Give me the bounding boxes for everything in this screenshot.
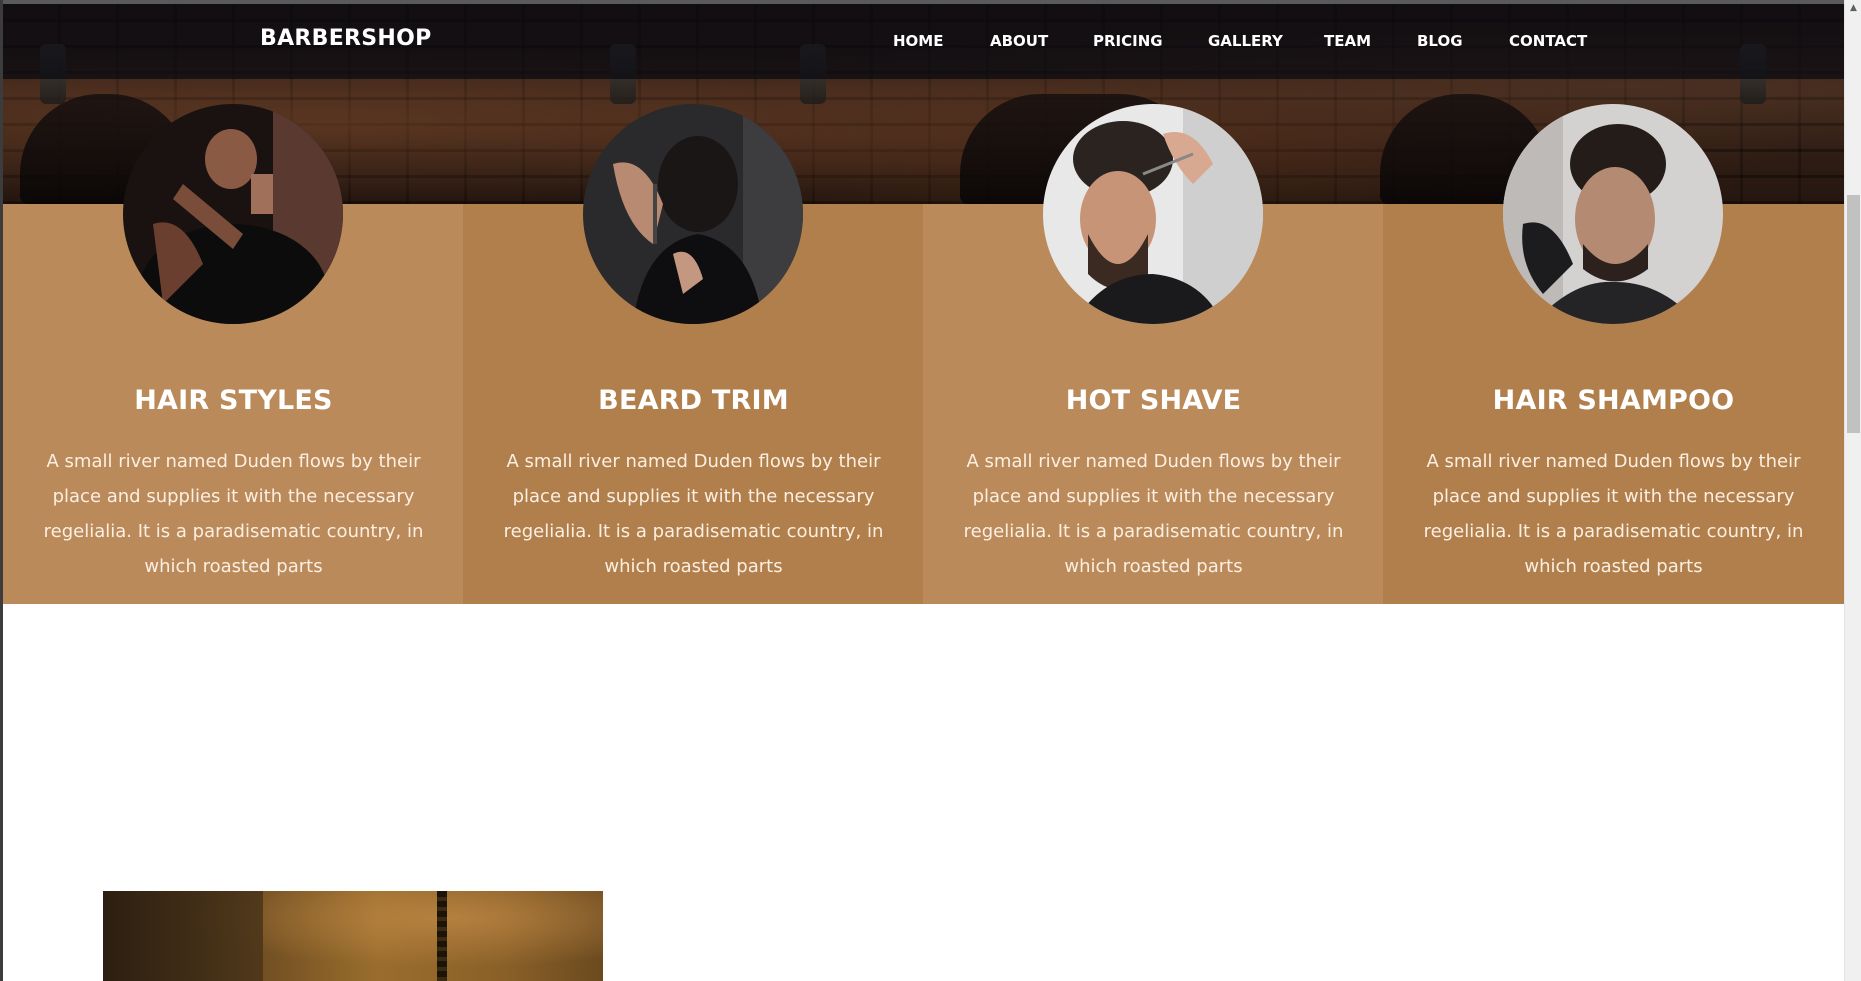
about-section-image	[103, 891, 603, 981]
top-navbar: BARBERSHOP HOME ABOUT PRICING GALLERY TE…	[0, 4, 1844, 79]
nav-contact[interactable]: CONTACT	[1509, 32, 1587, 50]
nav-pricing[interactable]: PRICING	[1093, 32, 1163, 50]
service-title: HOT SHAVE	[1065, 385, 1242, 416]
man-shaving-beard-photo	[123, 104, 343, 324]
tattooed-man-haircut-photo	[1503, 104, 1723, 324]
barber-trimming-neck-photo	[583, 104, 803, 324]
page-viewport: BARBERSHOP HOME ABOUT PRICING GALLERY TE…	[0, 0, 1844, 981]
image-hanging-chain	[437, 891, 447, 981]
service-description: A small river named Duden flows by their…	[503, 451, 884, 577]
main-nav: HOME ABOUT PRICING GALLERY TEAM BLOG CON…	[0, 32, 1844, 56]
vertical-scrollbar[interactable]: ▲	[1844, 0, 1861, 981]
image-wall-shadow	[103, 891, 263, 981]
service-title: HAIR STYLES	[134, 385, 333, 416]
scroll-up-arrow-icon[interactable]: ▲	[1845, 0, 1861, 17]
window-left-border	[0, 0, 3, 981]
service-description: A small river named Duden flows by their…	[963, 451, 1344, 577]
service-title: HAIR SHAMPOO	[1492, 385, 1735, 416]
window-top-border	[0, 0, 1844, 4]
nav-team[interactable]: TEAM	[1324, 32, 1371, 50]
service-title: BEARD TRIM	[598, 385, 789, 416]
haircut-with-scissors-photo	[1043, 104, 1263, 324]
nav-home[interactable]: HOME	[893, 32, 943, 50]
nav-blog[interactable]: BLOG	[1417, 32, 1463, 50]
nav-about[interactable]: ABOUT	[990, 32, 1048, 50]
service-description: A small river named Duden flows by their…	[43, 451, 424, 577]
scrollbar-thumb[interactable]	[1847, 195, 1860, 433]
service-description: A small river named Duden flows by their…	[1423, 451, 1804, 577]
nav-gallery[interactable]: GALLERY	[1208, 32, 1283, 50]
